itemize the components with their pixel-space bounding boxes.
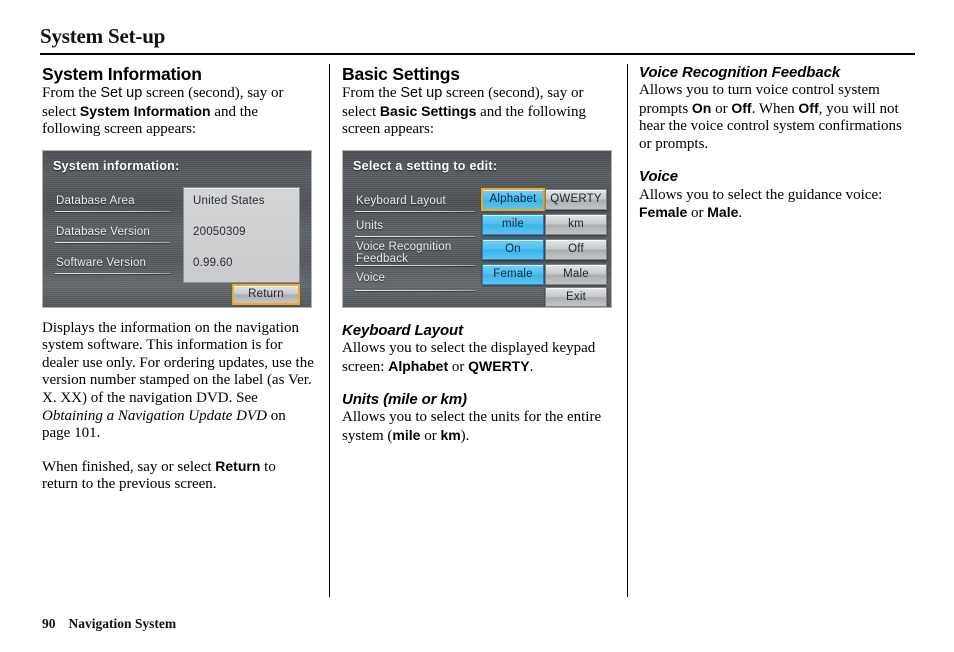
alphabet-term: Alphabet — [388, 357, 449, 374]
voice-text-c: . — [738, 205, 743, 222]
page-title: System Set-up — [40, 24, 166, 48]
footer-page-number: 90 — [42, 616, 56, 631]
subheading-keyboard-layout: Keyboard Layout — [342, 321, 464, 339]
voice-text-b: or — [687, 205, 708, 222]
body-paragraph-system-info: Displays the information on the navigati… — [42, 320, 314, 443]
row-underline-4 — [355, 289, 475, 291]
button-male[interactable]: Male — [545, 263, 607, 285]
button-qwerty[interactable]: QWERTY — [545, 188, 607, 210]
row-label-units: Units — [356, 219, 384, 232]
footer-label: Navigation System — [68, 616, 177, 631]
row-label-voice: Voice — [356, 271, 386, 284]
exit-button[interactable]: Exit — [545, 286, 607, 307]
qwerty-term: QWERTY — [468, 357, 530, 374]
row-label-voice-recognition-feedback: Voice Recognition Feedback — [356, 240, 452, 265]
mile-term: mile — [392, 426, 421, 443]
body-text-a: Displays the information on the navigati… — [42, 319, 314, 406]
row-value-database-area: United States — [193, 194, 265, 207]
section-heading-basic-settings: Basic Settings — [342, 64, 460, 84]
screen-title: System information: — [53, 158, 180, 173]
subheading-voice-recognition-feedback: Voice Recognition Feedback — [639, 64, 841, 81]
screen-title: Select a setting to edit: — [353, 158, 498, 173]
kb-text-b: or — [448, 358, 469, 375]
intro-paragraph-left: From the Set up screen (second), say or … — [42, 85, 314, 139]
button-female[interactable]: Female — [482, 263, 544, 285]
subheading-units: Units (mile or km) — [342, 391, 467, 409]
body-paragraph-keyboard-layout: Allows you to select the displayed keypa… — [342, 340, 614, 376]
column-right: Voice Recognition Feedback Allows you to… — [639, 64, 915, 223]
off-term-2: Off — [798, 99, 819, 116]
column-divider-2 — [627, 64, 628, 597]
system-information-term: System Information — [79, 102, 211, 119]
page-footer: 90 Navigation System — [42, 616, 176, 632]
km-term: km — [440, 426, 461, 443]
intro-text-a: From the — [42, 85, 101, 102]
intro-text-a: From the — [342, 85, 401, 102]
row-label-database-version: Database Version — [56, 225, 150, 238]
row-underline-3 — [355, 264, 475, 266]
column-divider-1 — [329, 64, 330, 597]
intro-paragraph-middle: From the Set up screen (second), say or … — [342, 85, 614, 139]
button-km[interactable]: km — [545, 213, 607, 235]
row-value-software-version: 0.99.60 — [193, 256, 233, 269]
button-off[interactable]: Off — [545, 238, 607, 260]
title-rule — [40, 53, 915, 55]
column-middle: Basic Settings From the Set up screen (s… — [342, 64, 614, 445]
body-paragraph-voice: Allows you to select the guidance voice:… — [639, 187, 915, 223]
row-label-database-area: Database Area — [56, 194, 135, 207]
set-up-term: Set up — [100, 85, 143, 102]
vrf-text-c: . When — [751, 100, 799, 117]
body-paragraph-return: When finished, say or select Return to r… — [42, 458, 314, 494]
units-text-c: ). — [460, 427, 470, 444]
on-term: On — [691, 99, 712, 116]
basic-settings-term: Basic Settings — [379, 102, 477, 119]
units-text-a: Allows you to select the units for the e… — [342, 409, 602, 444]
subheading-voice: Voice — [639, 168, 678, 186]
row-underline-2 — [55, 241, 170, 243]
row-underline-3 — [55, 272, 170, 274]
kb-text-c: . — [529, 358, 534, 375]
set-up-term: Set up — [400, 85, 443, 102]
column-left: System Information From the Set up scree… — [42, 64, 314, 494]
return-button[interactable]: Return — [232, 283, 300, 305]
return-text-a: When finished, say or select — [42, 458, 216, 475]
row-underline-2 — [355, 235, 475, 237]
male-term: Male — [707, 204, 739, 221]
off-term-1: Off — [731, 99, 752, 116]
body-paragraph-units: Allows you to select the units for the e… — [342, 409, 614, 445]
button-alphabet[interactable]: Alphabet — [481, 187, 545, 211]
voice-text-a: Allows you to select the guidance voice: — [639, 186, 883, 203]
row-label-software-version: Software Version — [56, 256, 147, 269]
row-underline-1 — [55, 210, 170, 212]
button-on[interactable]: On — [482, 238, 544, 260]
screenshot-basic-settings: Select a setting to edit: Keyboard Layou… — [342, 149, 612, 308]
button-mile[interactable]: mile — [482, 213, 544, 235]
body-paragraph-voice-recognition-feedback: Allows you to turn voice control system … — [639, 82, 915, 153]
row-value-database-version: 20050309 — [193, 225, 246, 238]
row-underline-1 — [355, 210, 475, 212]
section-heading-system-information: System Information — [42, 64, 202, 84]
reference-title: Obtaining a Navigation Update DVD — [42, 407, 267, 424]
female-term: Female — [639, 204, 688, 221]
return-term: Return — [215, 457, 261, 474]
units-text-b: or — [420, 427, 441, 444]
row-label-keyboard-layout: Keyboard Layout — [356, 194, 446, 207]
vrf-text-b: or — [711, 100, 732, 117]
screenshot-system-information: System information: Database Area United… — [42, 149, 312, 308]
